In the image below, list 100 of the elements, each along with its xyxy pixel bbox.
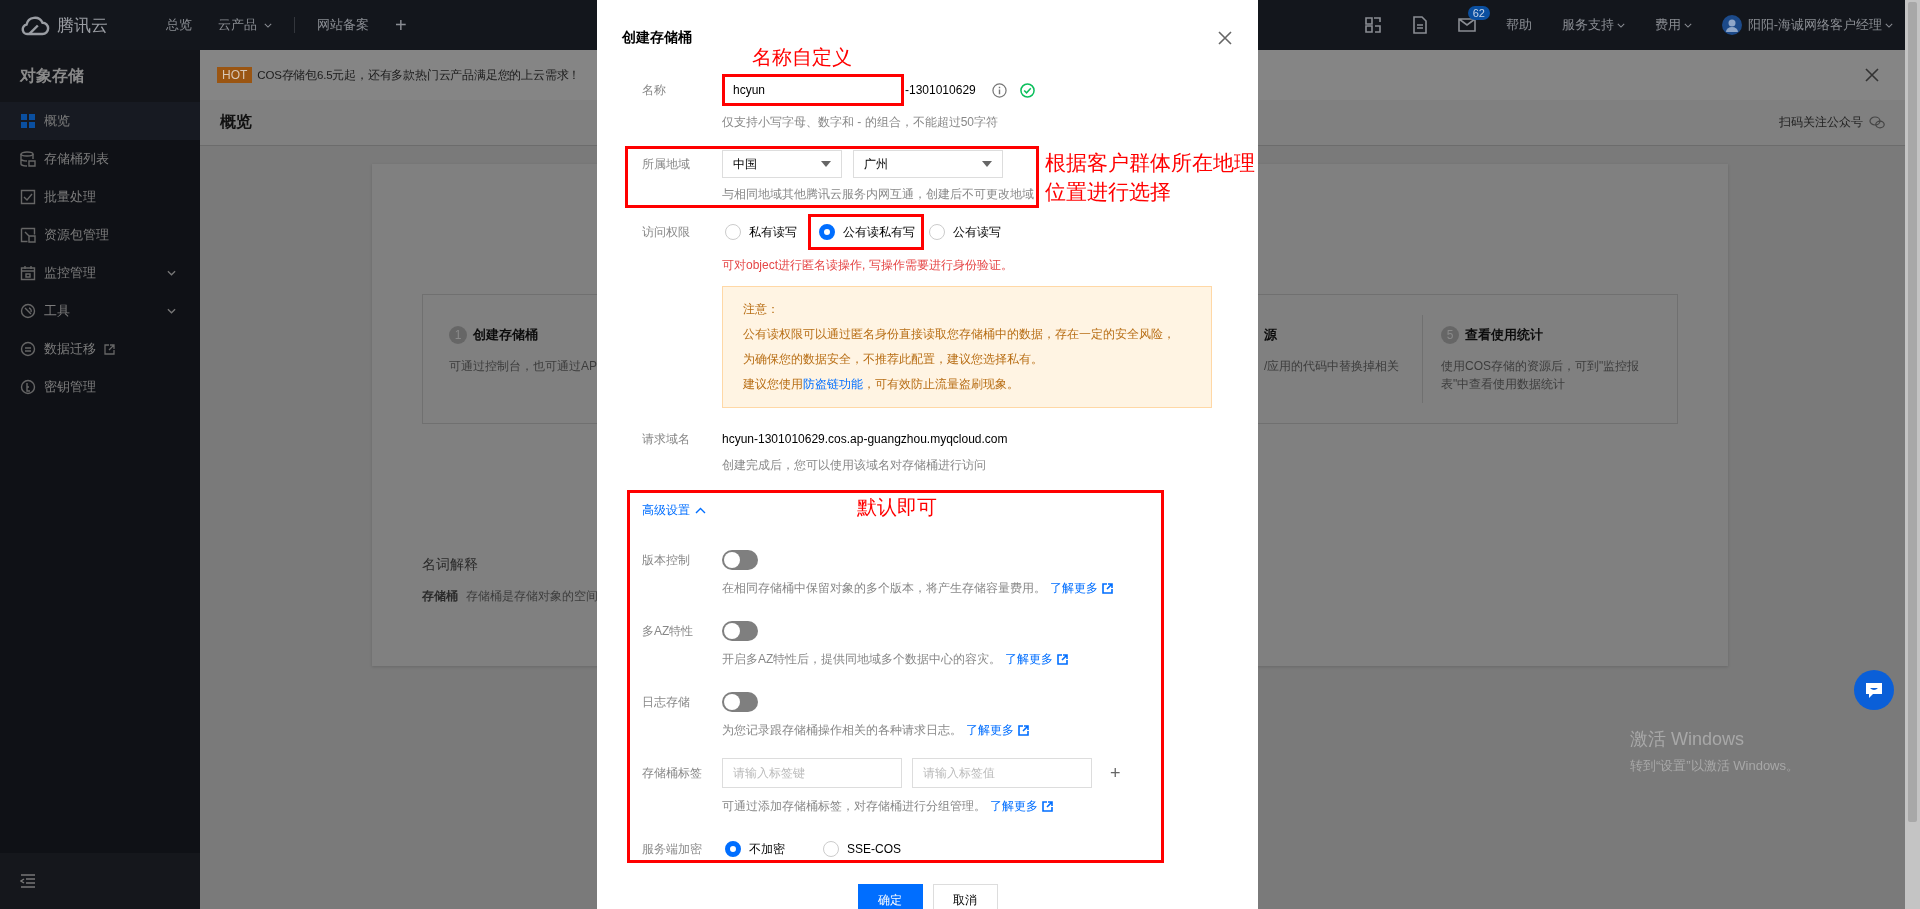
step-description: 可通过控制台，也可通过AP bbox=[449, 358, 597, 375]
menu-item-icon bbox=[20, 265, 36, 281]
step-description: 使用COS存储的资源后，可到"监控报表"中查看使用数据统计 bbox=[1441, 358, 1641, 393]
tag-key-field[interactable]: 请输入标签键 bbox=[722, 758, 902, 788]
cancel-button[interactable]: 取消 bbox=[932, 884, 998, 909]
external-link-icon bbox=[1102, 583, 1113, 594]
hint-text: 创建完成后，您可以使用该域名对存储桶进行访问 bbox=[722, 457, 987, 474]
scrollbar[interactable] bbox=[1905, 0, 1920, 909]
hot-tag: HOT bbox=[217, 67, 253, 83]
field-label: 服务端加密 bbox=[642, 841, 703, 858]
user-menu[interactable]: 阳阳-海诚网络客户经理 bbox=[1747, 16, 1893, 34]
follow-link[interactable]: 扫码关注公众号 bbox=[1779, 114, 1863, 131]
sidebar-item[interactable]: 工具 bbox=[0, 292, 200, 330]
nav-link[interactable]: 总览 bbox=[166, 16, 192, 34]
top-link[interactable]: 帮助 bbox=[1505, 16, 1532, 34]
radio-button[interactable] bbox=[725, 841, 741, 857]
field-label: 版本控制 bbox=[642, 552, 691, 569]
sidebar-item[interactable]: 批量处理 bbox=[0, 178, 200, 216]
learn-more-link[interactable]: 了解更多 bbox=[966, 722, 1014, 739]
hint-text: 与相同地域其他腾讯云服务内网互通，创建后不可更改地域 bbox=[722, 186, 1034, 203]
radio-button[interactable] bbox=[929, 224, 945, 240]
chat-icon bbox=[1864, 681, 1884, 699]
learn-more-link[interactable]: 了解更多 bbox=[1050, 580, 1098, 597]
add-tag-button[interactable]: + bbox=[1110, 762, 1121, 784]
collapse-menu-icon[interactable] bbox=[20, 874, 36, 888]
radio-button[interactable] bbox=[725, 224, 741, 240]
input-field[interactable]: hcyun bbox=[722, 74, 904, 106]
radio-label[interactable]: 不加密 bbox=[749, 840, 785, 858]
dialog-title: 创建存储桶 bbox=[622, 28, 692, 46]
add-button[interactable]: + bbox=[395, 13, 407, 37]
field-label: 访问权限 bbox=[642, 224, 691, 241]
nav-link[interactable]: 云产品 bbox=[218, 16, 272, 34]
menu-item-icon bbox=[20, 113, 36, 129]
menu-item-icon bbox=[20, 189, 36, 205]
field-label: 名称 bbox=[642, 82, 667, 99]
toggle-switch[interactable] bbox=[722, 621, 758, 641]
radio-button[interactable] bbox=[823, 841, 839, 857]
menu-item-icon bbox=[20, 341, 36, 357]
chevron-down-icon bbox=[1885, 22, 1893, 28]
region-select[interactable]: 中国 bbox=[722, 150, 842, 178]
sidebar-item[interactable]: 监控管理 bbox=[0, 254, 200, 292]
radio-button[interactable] bbox=[819, 224, 835, 240]
field-label: 所属地域 bbox=[642, 156, 691, 173]
notification-badge: 62 bbox=[1467, 6, 1490, 20]
qr-code-icon[interactable] bbox=[1363, 16, 1382, 34]
field-label: 存储桶标签 bbox=[642, 765, 703, 782]
section-title: 名词解释 bbox=[422, 556, 478, 574]
hint-text: 仅支持小写字母、数字和 - 的组合，不能超过50字符 bbox=[722, 114, 999, 131]
glossary-term: 存储桶 bbox=[422, 588, 458, 605]
top-link[interactable]: 服务支持 bbox=[1561, 16, 1625, 34]
advanced-settings-toggle[interactable]: 高级设置 bbox=[642, 501, 706, 519]
learn-more-link[interactable]: 了解更多 bbox=[990, 798, 1038, 815]
caret-down-icon bbox=[821, 161, 831, 167]
learn-more-link[interactable]: 了解更多 bbox=[1005, 651, 1054, 668]
radio-label[interactable]: SSE-COS bbox=[847, 842, 901, 856]
close-icon[interactable] bbox=[1218, 31, 1232, 45]
info-icon[interactable] bbox=[991, 82, 1007, 98]
radio-label[interactable]: 公有读写 bbox=[953, 223, 1001, 241]
toggle-switch[interactable] bbox=[722, 550, 758, 570]
menu-item-icon bbox=[20, 151, 36, 167]
avatar-icon[interactable] bbox=[1721, 15, 1742, 35]
top-link[interactable]: 费用 bbox=[1654, 16, 1692, 34]
sidebar-item[interactable]: 存储桶列表 bbox=[0, 140, 200, 178]
menu-item-icon bbox=[20, 303, 36, 319]
glossary-text: 存储桶是存储对象的空间 bbox=[466, 588, 598, 605]
region-select[interactable]: 广州 bbox=[853, 150, 1003, 178]
banner-text: COS存储包6.5元起，还有多款热门云产品满足您的上云需求！ bbox=[257, 67, 581, 83]
notice-text: 建议您使用防盗链功能，可有效防止流量盗刷现象。 bbox=[743, 376, 1020, 393]
field-label: 日志存储 bbox=[642, 694, 691, 711]
step-title: 创建存储桶 bbox=[473, 326, 538, 344]
notice-title: 注意： bbox=[743, 301, 780, 318]
menu-item-icon bbox=[20, 227, 36, 243]
nav-link[interactable]: 网站备案 bbox=[317, 16, 369, 34]
step-title: 源 bbox=[1264, 326, 1277, 344]
radio-label[interactable]: 公有读私有写 bbox=[843, 223, 915, 241]
mail-icon[interactable] bbox=[1457, 18, 1476, 32]
name-suffix: -1301010629 bbox=[905, 83, 976, 97]
toggle-switch[interactable] bbox=[722, 692, 758, 712]
sidebar-item[interactable]: 密钥管理 bbox=[0, 368, 200, 406]
radio-label[interactable]: 私有读写 bbox=[749, 223, 797, 241]
sidebar-item[interactable]: 数据迁移 bbox=[0, 330, 200, 368]
sidebar-item[interactable]: 资源包管理 bbox=[0, 216, 200, 254]
tag-value-field[interactable]: 请输入标签值 bbox=[912, 758, 1092, 788]
document-icon[interactable] bbox=[1411, 16, 1428, 34]
sidebar-item[interactable]: 概览 bbox=[0, 102, 200, 140]
warning-text: 可对object进行匿名读操作, 写操作需要进行身份验证。 bbox=[722, 257, 1014, 274]
domain-value: hcyun-1301010629.cos.ap-guangzhou.myqcloud.com bbox=[722, 431, 1008, 448]
external-link-icon bbox=[1057, 654, 1069, 665]
menu-item-icon bbox=[20, 379, 36, 395]
brand-name[interactable]: 腾讯云 bbox=[57, 13, 108, 37]
notice-text: 公有读权限可以通过匿名身份直接读取您存储桶中的数据，存在一定的安全风险， bbox=[743, 326, 1176, 343]
hotlink-protection-link[interactable]: 防盗链功能 bbox=[803, 377, 863, 391]
annotation-text: 默认即可 bbox=[857, 495, 937, 520]
chat-bubbles-icon bbox=[1869, 116, 1885, 129]
hint-text: 为您记录跟存储桶操作相关的各种请求日志。 bbox=[722, 722, 962, 739]
confirm-button[interactable]: 确定 bbox=[857, 884, 923, 909]
hint-text: 开启多AZ特性后，提供同地域多个数据中心的容灾。 bbox=[722, 651, 1002, 668]
chat-button[interactable] bbox=[1854, 670, 1894, 710]
step-title: 查看使用统计 bbox=[1465, 326, 1543, 344]
close-icon[interactable] bbox=[1865, 68, 1879, 82]
